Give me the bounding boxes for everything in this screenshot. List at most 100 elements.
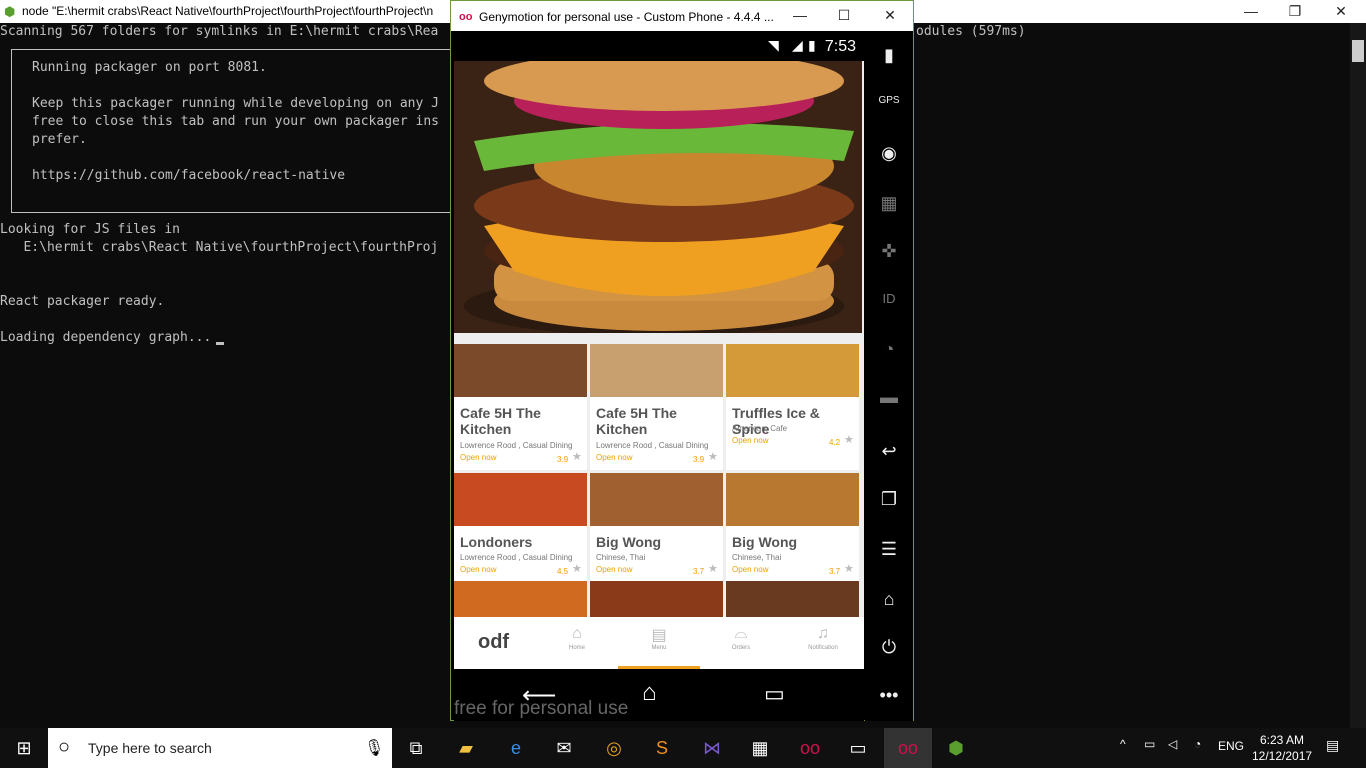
- power-icon[interactable]: ⏻: [865, 637, 913, 658]
- battery-icon[interactable]: ▮: [865, 45, 913, 66]
- dpad-icon[interactable]: ✜: [865, 241, 913, 262]
- card-rating: 3.9: [557, 455, 569, 464]
- app-bottom-nav: odf ⌂ Home ▤ Menu ⌓ Orders ♫ Notification: [454, 617, 864, 669]
- console-line: odules (597ms): [916, 24, 1026, 39]
- restaurant-card[interactable]: Cafe 5H The Kitchen Lowrence Rood , Casu…: [454, 344, 587, 470]
- nav-home[interactable]: ⌂ Home: [536, 625, 618, 651]
- maximize-icon[interactable]: ☐: [821, 4, 867, 27]
- card-open-status: Open now: [460, 565, 497, 574]
- windows-start-icon[interactable]: ⊞: [0, 728, 48, 768]
- more-icon[interactable]: •••: [865, 685, 913, 706]
- card-image: [454, 581, 587, 617]
- console-line: Scanning 567 folders for symlinks in E:\…: [0, 24, 439, 39]
- card-image: [590, 473, 723, 526]
- gps-icon[interactable]: GPS: [865, 95, 913, 106]
- card-image: [590, 581, 723, 617]
- node-taskbar-icon[interactable]: ⬢: [932, 728, 980, 768]
- cast-icon[interactable]: ◔: [865, 339, 913, 360]
- card-subtitle: Lowrence Rood , Casual Dining: [596, 441, 709, 450]
- card-image: [726, 473, 859, 526]
- star-icon: ★: [572, 451, 582, 463]
- action-center-icon[interactable]: ▤: [1326, 737, 1339, 754]
- chrome-icon[interactable]: ◎: [590, 728, 638, 768]
- console-title: node "E:\hermit crabs\React Native\fourt…: [22, 4, 434, 18]
- sms-icon[interactable]: ▬: [865, 387, 913, 408]
- node-icon: ⬢: [4, 4, 16, 19]
- card-image: [726, 344, 859, 397]
- console-line: Loading dependency graph...: [0, 330, 212, 345]
- battery-tray-icon[interactable]: ▭: [1144, 737, 1155, 751]
- microphone-icon[interactable]: 🎙: [364, 738, 384, 758]
- tray-chevron-icon[interactable]: ^: [1120, 737, 1126, 751]
- console-line: E:\hermit crabs\React Native\fourthProje…: [0, 240, 439, 255]
- task-view-icon[interactable]: ⧉: [392, 728, 440, 768]
- nav-notification[interactable]: ♫ Notification: [782, 625, 864, 651]
- file-explorer-icon[interactable]: ▰: [442, 728, 490, 768]
- card-title: Big Wong: [732, 534, 798, 550]
- restore-icon[interactable]: ❐: [1272, 0, 1318, 23]
- taskbar-search-box[interactable]: ○ Type here to search 🎙: [48, 728, 392, 768]
- console-line: Looking for JS files in: [0, 222, 181, 237]
- cursor: [216, 342, 224, 345]
- scrollbar-thumb[interactable]: [1352, 40, 1364, 62]
- card-open-status: Open now: [596, 565, 633, 574]
- cmd-icon[interactable]: ▭: [834, 728, 882, 768]
- genymotion-title: Genymotion for personal use - Custom Pho…: [479, 10, 774, 24]
- genymotion-icon[interactable]: oo: [786, 728, 834, 768]
- minimize-icon[interactable]: —: [1228, 0, 1274, 23]
- brand-logo[interactable]: odf: [478, 631, 509, 654]
- close-icon[interactable]: ✕: [1318, 0, 1364, 23]
- card-rating: 3.7: [693, 567, 705, 576]
- clock-time[interactable]: 6:23 AM: [1260, 733, 1304, 747]
- star-icon: ★: [844, 434, 854, 446]
- restaurant-card[interactable]: Truffles Ice & Spice American, Cafe Open…: [726, 344, 859, 470]
- search-icon: ○: [58, 736, 71, 758]
- back-icon[interactable]: ↩: [865, 441, 913, 462]
- nav-home-icon[interactable]: ⌂: [642, 679, 657, 707]
- status-time: 7:53: [824, 38, 856, 55]
- card-title: Big Wong: [596, 534, 662, 550]
- edge-icon[interactable]: e: [492, 728, 540, 768]
- nav-menu[interactable]: ▤ Menu: [618, 625, 700, 651]
- genymotion-titlebar[interactable]: oo Genymotion for personal use - Custom …: [451, 1, 913, 31]
- language-indicator[interactable]: ENG: [1218, 739, 1244, 753]
- restaurant-card[interactable]: Cafe 5H The Kitchen Lowrence Rood , Casu…: [590, 344, 723, 470]
- genymotion-active-icon[interactable]: oo: [884, 728, 932, 768]
- mail-icon[interactable]: ✉: [540, 728, 588, 768]
- card-subtitle: Chinese, Thai: [732, 553, 782, 562]
- hero-burger-image: [454, 61, 862, 333]
- sublime-icon[interactable]: S: [638, 728, 686, 768]
- wifi-icon: ◥: [768, 37, 779, 53]
- star-icon: ★: [708, 451, 718, 463]
- phone-display: ◥ ◢ ▮ 7:53 Cafe 5H The Kitchen Lowrence …: [454, 31, 864, 721]
- card-subtitle: Chinese, Thai: [596, 553, 646, 562]
- nav-orders[interactable]: ⌓ Orders: [700, 625, 782, 651]
- cloche-icon: ⌓: [734, 625, 748, 642]
- volume-icon[interactable]: ◁: [1168, 737, 1177, 751]
- close-icon[interactable]: ✕: [867, 4, 913, 27]
- visual-studio-icon[interactable]: ⋈: [688, 728, 736, 768]
- recent-apps-icon[interactable]: ❐: [865, 489, 913, 510]
- minimize-icon[interactable]: —: [777, 4, 823, 27]
- card-open-status: Open now: [732, 565, 769, 574]
- clapperboard-icon[interactable]: ▦: [865, 193, 913, 214]
- nav-recent-icon[interactable]: ▭: [764, 681, 785, 707]
- id-icon[interactable]: ID: [865, 291, 913, 306]
- card-image: [726, 581, 859, 617]
- card-subtitle: American, Cafe: [732, 424, 788, 433]
- card-rating: 4.5: [557, 567, 569, 576]
- signal-icon: ◢: [792, 37, 803, 53]
- network-icon[interactable]: ◔: [1194, 737, 1201, 751]
- scrollbar[interactable]: [1350, 23, 1366, 728]
- camera-icon[interactable]: ◉: [865, 143, 913, 164]
- card-subtitle: Lowrence Rood , Casual Dining: [460, 441, 573, 450]
- card-image: [590, 344, 723, 397]
- media-icon[interactable]: ▦: [736, 728, 784, 768]
- star-icon: ★: [844, 563, 854, 575]
- card-open-status: Open now: [732, 436, 769, 445]
- menu-icon[interactable]: ☰: [865, 539, 913, 560]
- card-title: Cafe 5H The Kitchen: [596, 405, 677, 437]
- menu-book-icon: ▤: [651, 627, 667, 644]
- home-icon[interactable]: ⌂: [865, 589, 913, 610]
- clock-date[interactable]: 12/12/2017: [1252, 749, 1312, 763]
